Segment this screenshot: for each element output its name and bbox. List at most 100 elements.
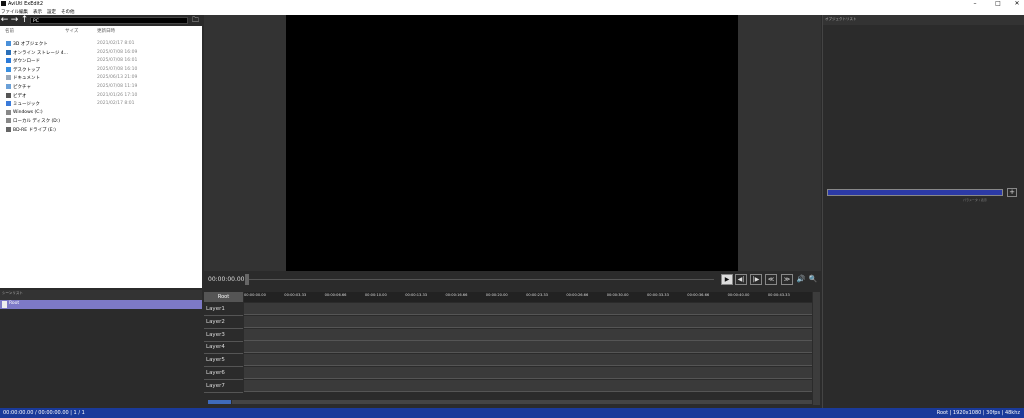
seek-bar[interactable]: [246, 279, 714, 280]
folder-icon: [6, 66, 11, 72]
add-property-button[interactable]: +: [1007, 188, 1017, 197]
layer-label: Layer4: [206, 344, 225, 351]
item-name: Windows (C:): [13, 109, 43, 115]
layer-label: Layer7: [206, 382, 225, 389]
list-item[interactable]: ダウンロード 2025/07/08 16:01: [0, 57, 202, 65]
item-date: 2025/07/08 16:01: [97, 58, 138, 64]
ruler-tick-label: 00:00:36.66: [687, 293, 710, 297]
folder-icon: [6, 101, 11, 107]
ruler-tick-label: 00:00:23.33: [526, 293, 548, 297]
title-bar: AviUtl ExEdit2 – □ ✕: [0, 0, 1024, 8]
horizontal-scroll-thumb[interactable]: [208, 400, 231, 404]
layer-track[interactable]: [244, 354, 812, 367]
minimize-button[interactable]: –: [968, 0, 982, 8]
layer-track[interactable]: [244, 303, 812, 315]
scene-item-root[interactable]: Root: [0, 300, 202, 309]
volume-icon[interactable]: 🔊: [796, 274, 806, 285]
list-item[interactable]: ビデオ 2021/01/26 17:10: [0, 92, 202, 100]
rewind-button[interactable]: ≪: [765, 274, 777, 285]
item-name: デスクトップ: [13, 67, 40, 73]
next-frame-button[interactable]: |▶: [750, 274, 762, 285]
item-date: 2021/02/17 8:01: [97, 41, 135, 46]
item-name: ビデオ: [13, 93, 27, 99]
transport-bar: 00:00:00.00 ▶ ◀| |▶ ≪ ≫ 🔊 🔍: [204, 271, 821, 289]
ruler-tick-label: 00:00:33.33: [647, 293, 669, 297]
time-ruler[interactable]: 00:00:00.00 00:00:03.33 00:00:06.66 00:00:1…: [244, 292, 812, 302]
up-arrow-icon[interactable]: ↑: [20, 16, 29, 25]
ruler-tick-label: 00:00:06.66: [324, 293, 347, 297]
layer-track[interactable]: [244, 315, 812, 328]
folder-icon: [6, 41, 11, 46]
ruler-tick-label: 00:00:13.33: [405, 293, 428, 297]
video-canvas[interactable]: [286, 15, 738, 271]
zoom-icon[interactable]: 🔍: [808, 274, 818, 285]
property-selector[interactable]: [827, 189, 1003, 196]
status-bar: 00:00:00.00 / 00:00:00.00 | 1 / 1 Root |…: [0, 408, 1024, 418]
list-item[interactable]: ローカル ディスク (D:): [0, 117, 202, 125]
back-arrow-icon[interactable]: ←: [0, 16, 9, 25]
maximize-button[interactable]: □: [991, 0, 1005, 8]
folder-icon: [6, 92, 11, 98]
column-header-name[interactable]: 名前: [5, 28, 14, 34]
item-name: BD-RE ドライブ (E:): [13, 128, 56, 133]
app-icon: [1, 1, 6, 6]
scene-list-panel: シーンリスト Root: [0, 290, 202, 408]
layer-track[interactable]: [244, 367, 812, 379]
property-panel: + パラメータ / 表示: [822, 183, 1024, 408]
layer-header[interactable]: Layer7: [204, 380, 243, 393]
list-item[interactable]: オンライン ストレージ 4... 2025/07/08 16:09: [0, 49, 202, 57]
timeline-panel: Root 00:00:00.00 00:00:03.33 00:00:06.66 00…: [204, 290, 821, 407]
seek-handle[interactable]: [245, 274, 249, 285]
ruler-tick-label: 00:00:43.33: [767, 293, 790, 297]
item-name: ローカル ディスク (D:): [13, 119, 61, 125]
ruler-tick-label: 00:00:00.00: [244, 293, 266, 297]
list-item[interactable]: ピクチャ 2025/07/08 11:19: [0, 83, 202, 91]
list-item[interactable]: Windows (C:): [0, 109, 202, 117]
layer-header[interactable]: Layer5: [204, 354, 243, 368]
folder-icon[interactable]: 🗀: [190, 16, 201, 25]
fast-forward-button[interactable]: ≫: [781, 274, 793, 285]
layer-header[interactable]: Layer6: [204, 367, 243, 380]
forward-arrow-icon[interactable]: →: [10, 16, 19, 25]
item-name: ミュージック: [13, 102, 40, 108]
list-item[interactable]: BD-RE ドライブ (E:): [0, 126, 202, 134]
layer-track[interactable]: [244, 328, 812, 341]
play-button[interactable]: ▶: [721, 274, 733, 285]
horizontal-scroll-track[interactable]: [232, 400, 812, 404]
ruler-tick-label: 00:00:40.00: [727, 293, 750, 297]
scene-list-header: シーンリスト: [0, 290, 202, 300]
list-item[interactable]: 3D オブジェクト 2021/02/17 8:01: [0, 40, 202, 48]
layer-track[interactable]: [244, 341, 812, 354]
scene-icon: [2, 301, 7, 308]
layer-header[interactable]: Layer4: [204, 341, 243, 355]
list-item[interactable]: デスクトップ 2025/07/08 16:10: [0, 66, 202, 74]
layer-label: Layer2: [206, 318, 225, 325]
scene-item-label: Root: [9, 301, 20, 306]
list-item[interactable]: ミュージック 2021/02/17 8:01: [0, 100, 202, 108]
layer-header[interactable]: Layer1: [204, 303, 243, 316]
item-name: ダウンロード: [13, 59, 40, 65]
ruler-tick-label: 00:00:16.66: [445, 293, 468, 297]
timeline-root-button[interactable]: Root: [204, 292, 243, 302]
item-date: 2025/06/13 21:09: [97, 75, 138, 81]
layer-track[interactable]: [244, 379, 812, 392]
layer-header[interactable]: Layer3: [204, 329, 243, 342]
close-button[interactable]: ✕: [1010, 0, 1024, 8]
layer-label: Layer3: [206, 331, 225, 338]
timeline-vertical-scrollbar[interactable]: [813, 292, 820, 405]
status-time-info: 00:00:00.00 / 00:00:00.00 | 1 / 1: [3, 410, 85, 416]
list-item[interactable]: ドキュメント 2025/06/13 21:09: [0, 74, 202, 82]
property-sub-label: パラメータ / 表示: [963, 198, 987, 202]
item-date: 2025/07/08 16:10: [97, 66, 138, 72]
ruler-tick-label: 00:00:20.00: [485, 293, 508, 297]
prev-frame-button[interactable]: ◀|: [735, 274, 747, 285]
timeline-horizontal-scrollbar[interactable]: [204, 399, 812, 405]
layer-header[interactable]: Layer2: [204, 316, 243, 329]
folder-icon: [6, 118, 11, 124]
menu-bar: ファイル 編集 表示 設定 その他: [0, 8, 1024, 15]
column-header-size[interactable]: サイズ: [65, 28, 78, 34]
column-header-date[interactable]: 更新日時: [97, 28, 115, 34]
folder-icon: [6, 75, 11, 81]
path-input[interactable]: PC: [30, 17, 188, 24]
item-name: ピクチャ: [13, 85, 31, 90]
